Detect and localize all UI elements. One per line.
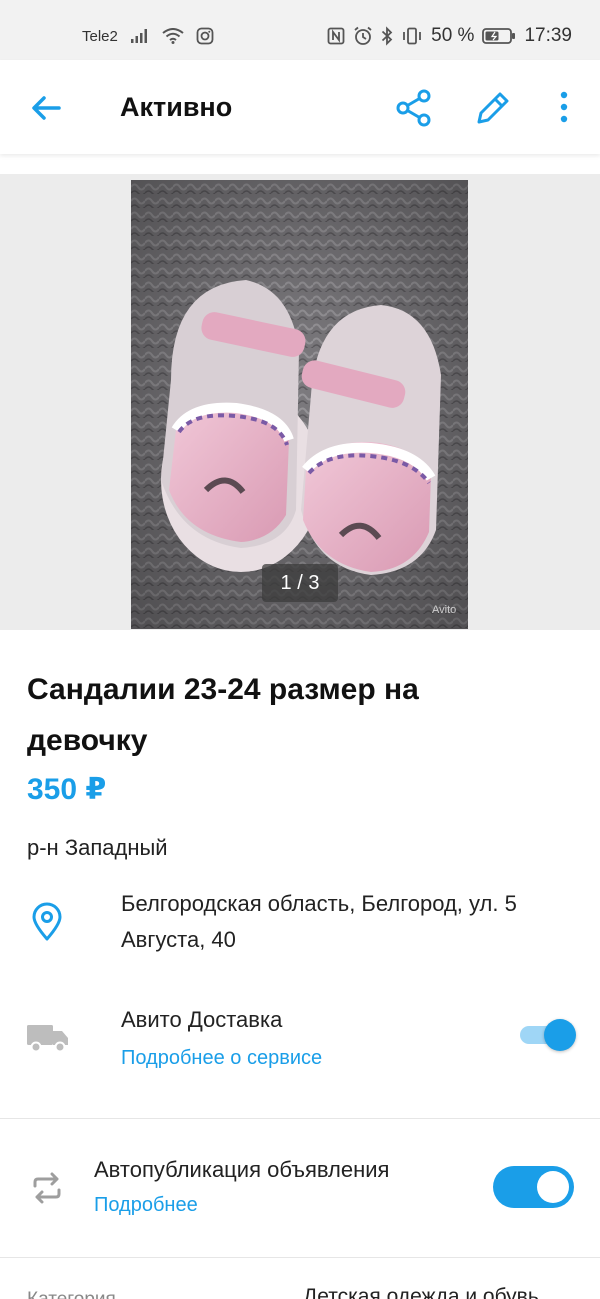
category-value: Детская одежда и обувь xyxy=(303,1285,539,1299)
bluetooth-icon xyxy=(382,26,393,46)
listing-price: 350 ₽ xyxy=(27,773,107,806)
category-label: Категория xyxy=(27,1289,116,1299)
share-icon[interactable] xyxy=(394,88,434,128)
wifi-icon xyxy=(162,28,184,44)
divider xyxy=(0,1257,600,1258)
autopublish-toggle[interactable] xyxy=(493,1166,574,1208)
delivery-details-link[interactable]: Подробнее о сервисе xyxy=(121,1047,322,1070)
delivery-toggle-knob xyxy=(544,1019,576,1051)
autopublish-toggle-knob xyxy=(537,1171,569,1203)
listing-address[interactable]: Белгородская область, Белгород, ул. 5 Ав… xyxy=(121,886,591,958)
divider xyxy=(0,1118,600,1119)
autopublish-details-link[interactable]: Подробнее xyxy=(94,1194,198,1217)
carrier-name: Tele2 xyxy=(82,27,118,45)
clock: 17:39 xyxy=(524,25,572,46)
status-right: 50 % 17:39 xyxy=(327,25,572,47)
autopublish-title: Автопубликация объявления xyxy=(94,1157,390,1182)
vibrate-icon xyxy=(403,27,422,45)
listing-district: р-н Западный xyxy=(27,835,168,860)
page-title: Активно xyxy=(120,92,233,122)
listing-photo[interactable] xyxy=(131,180,468,629)
avito-watermark: Avito xyxy=(432,604,457,616)
delivery-title: Авито Доставка xyxy=(121,1007,283,1032)
signal-icon xyxy=(130,29,147,43)
battery-percent: 50 % xyxy=(431,25,475,46)
truck-icon xyxy=(27,1025,68,1053)
listing-title: Сандалии 23-24 размер на девочку xyxy=(27,673,419,757)
status-bar: Tele2 50 % 17:39 xyxy=(0,0,600,60)
sandals-photo xyxy=(131,180,468,629)
status-left: Tele2 xyxy=(82,27,214,45)
battery-icon xyxy=(482,28,516,44)
back-arrow-icon[interactable] xyxy=(28,90,64,126)
instagram-icon xyxy=(196,27,214,45)
photo-counter: 1 / 3 xyxy=(262,564,338,602)
more-vertical-icon[interactable] xyxy=(544,88,584,128)
nfc-icon xyxy=(327,27,345,45)
repeat-icon xyxy=(33,1172,61,1204)
delivery-toggle[interactable] xyxy=(520,1018,576,1052)
location-pin-icon xyxy=(32,902,62,941)
edit-pencil-icon[interactable] xyxy=(473,88,513,128)
photo-gallery[interactable]: 1 / 3 Avito xyxy=(0,174,600,630)
alarm-icon xyxy=(354,26,372,45)
app-bar: Активно xyxy=(0,60,600,154)
